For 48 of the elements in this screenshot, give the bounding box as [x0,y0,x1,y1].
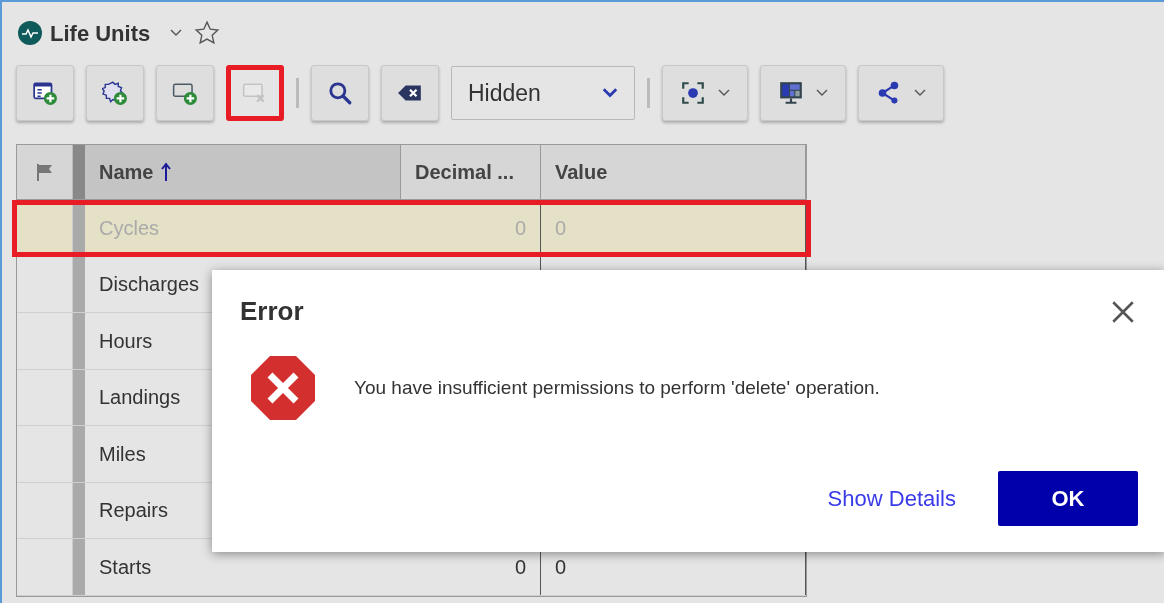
table-cell-text: Discharges [99,272,200,298]
table-cell-text: Repairs [99,498,168,524]
menu-button[interactable] [760,65,846,121]
row-handle[interactable] [73,482,85,538]
toolbar-button[interactable] [381,65,439,121]
table-cell-text: Starts [99,554,152,580]
monitor-icon [778,80,804,106]
caret-icon [914,89,926,97]
caret-icon [718,89,730,97]
star-icon[interactable] [194,20,221,46]
row-handle[interactable] [73,539,85,595]
sort-up-icon [161,162,172,182]
row-handle [73,145,85,199]
row-handle[interactable] [73,369,85,425]
caret-icon [816,89,828,97]
table-cell-text: 0 [514,554,526,580]
page-title: Life Units [50,19,151,48]
table-cell-text: Miles [99,441,146,467]
table-cell-text: Hours [99,328,153,354]
column-header[interactable]: Name [99,157,154,187]
menu-button[interactable] [858,65,944,121]
column-header[interactable]: Value [555,157,608,187]
caret-icon [170,29,183,37]
column-header[interactable]: Decimal ... [415,157,514,187]
toolbar-button[interactable] [16,65,74,121]
toolbar-button[interactable] [311,65,369,121]
table-cell-text: 0 [555,554,567,580]
show-details-link[interactable]: Show Details [827,482,956,515]
row-handle[interactable] [73,426,85,482]
menu-button[interactable] [662,65,748,121]
table-cell-text: Cycles [99,216,159,242]
focus-icon [680,80,706,106]
error-message: You have insufficient permissions to perform 'delete' operation. [354,375,880,400]
table-cell-text: 0 [555,216,567,242]
row-handle[interactable] [73,256,85,312]
search-icon [327,80,353,106]
table-cell-text: Landings [99,385,181,411]
dialog-title: Error [240,295,304,328]
row-handle[interactable] [73,313,85,369]
error-icon [250,355,316,421]
table-cell-text: 0 [514,216,526,242]
gear-add-icon [102,80,128,106]
caret-icon [602,88,618,98]
form-add-icon [32,80,58,106]
pulse-icon [18,21,42,45]
flag-icon [34,162,55,182]
ok-button[interactable]: OK [998,471,1138,526]
view-select[interactable]: Hidden [451,66,635,120]
